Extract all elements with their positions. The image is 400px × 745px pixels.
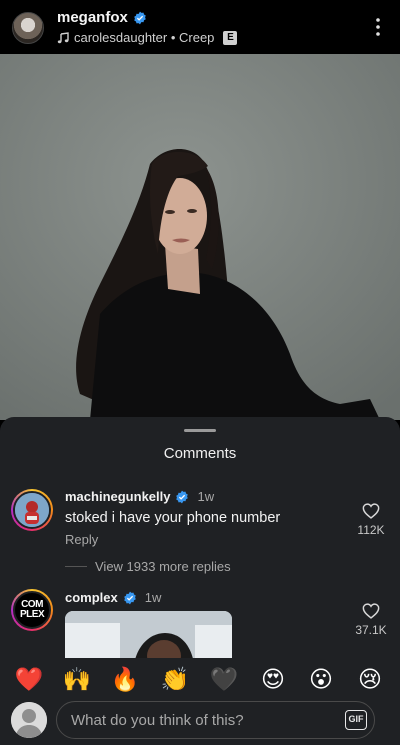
- emoji-black-heart[interactable]: 🖤: [208, 666, 240, 692]
- comment-username[interactable]: machinegunkelly: [65, 489, 170, 504]
- current-user-avatar[interactable]: [11, 702, 47, 738]
- post-photo[interactable]: [0, 54, 400, 420]
- comment-username[interactable]: complex: [65, 590, 118, 605]
- emoji-fire[interactable]: 🔥: [109, 666, 141, 692]
- emoji-reaction-bar: ❤️ 🙌 🔥 👏 🖤 😍 😮 😢: [0, 658, 400, 700]
- comment-like[interactable]: 37.1K: [351, 603, 391, 637]
- verified-badge-icon: [134, 11, 146, 24]
- explicit-badge: E: [223, 30, 238, 45]
- music-note-icon: [57, 31, 69, 43]
- gif-button[interactable]: GIF: [345, 710, 367, 730]
- comment-author-row[interactable]: machinegunkelly 1w: [65, 489, 214, 504]
- commenter-avatar[interactable]: COM PLEX: [11, 589, 53, 631]
- reply-button[interactable]: Reply: [65, 532, 98, 547]
- default-user-icon: [11, 702, 47, 738]
- view-more-replies-label[interactable]: View 1933 more replies: [95, 559, 231, 574]
- comment-composer: GIF: [0, 700, 400, 745]
- emoji-crying[interactable]: 😢: [354, 666, 386, 692]
- sheet-drag-handle[interactable]: [184, 429, 216, 432]
- music-info[interactable]: carolesdaughter • Creep E: [57, 30, 238, 45]
- verified-badge-icon: [176, 490, 189, 503]
- post-header: meganfox carolesdaughter • Creep E: [0, 0, 400, 54]
- author-username[interactable]: meganfox: [57, 9, 128, 26]
- comment-time: 1w: [197, 489, 215, 504]
- comment-author-row[interactable]: complex 1w: [65, 590, 161, 605]
- like-count: 112K: [357, 523, 385, 537]
- heart-outline-icon[interactable]: [362, 603, 380, 619]
- comment-text: stoked i have your phone number: [65, 510, 281, 526]
- divider-line: [65, 566, 87, 567]
- sheet-title: Comments: [163, 445, 237, 462]
- avatar-figure-icon: [15, 493, 49, 527]
- music-track-label: carolesdaughter • Creep: [74, 30, 215, 45]
- emoji-surprised[interactable]: 😮: [305, 666, 337, 692]
- emoji-heart-eyes[interactable]: 😍: [257, 666, 289, 692]
- emoji-red-heart[interactable]: ❤️: [13, 666, 45, 692]
- view-more-replies[interactable]: View 1933 more replies: [65, 559, 231, 574]
- author-avatar[interactable]: [12, 12, 44, 44]
- comment-like[interactable]: 112K: [351, 503, 391, 537]
- like-count: 37.1K: [355, 623, 387, 637]
- complex-logo-text: COM PLEX: [20, 599, 45, 620]
- verified-badge-icon: [123, 591, 136, 604]
- commenter-avatar[interactable]: [11, 489, 53, 531]
- emoji-clapping[interactable]: 👏: [159, 666, 191, 692]
- portrait-illustration: [0, 54, 400, 420]
- heart-outline-icon[interactable]: [362, 503, 380, 519]
- author-username-row[interactable]: meganfox: [57, 9, 147, 26]
- emoji-raised-hands[interactable]: 🙌: [61, 666, 93, 692]
- comment-input[interactable]: [56, 701, 375, 739]
- more-options-icon[interactable]: [370, 16, 386, 38]
- comment-time: 1w: [144, 590, 162, 605]
